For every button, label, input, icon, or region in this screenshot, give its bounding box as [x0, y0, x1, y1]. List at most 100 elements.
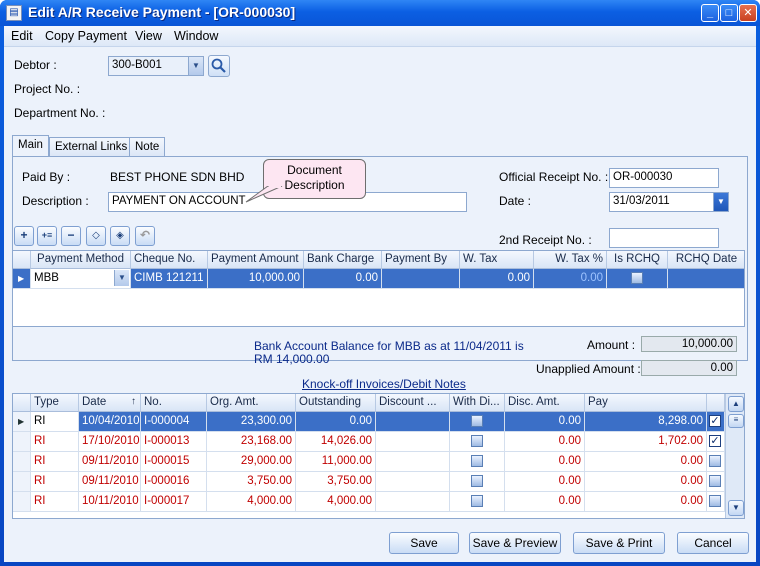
with-discount-cell[interactable]	[450, 432, 505, 452]
save-print-button[interactable]: Save & Print	[573, 532, 665, 554]
col-org-amt[interactable]: Org. Amt.	[207, 394, 296, 412]
col-w-tax-pct[interactable]: W. Tax %	[534, 251, 607, 269]
disc-amt-cell[interactable]: 0.00	[505, 412, 585, 432]
pay-checkbox[interactable]	[709, 475, 721, 487]
col-w-tax[interactable]: W. Tax	[460, 251, 534, 269]
with-discount-cell[interactable]	[450, 472, 505, 492]
date-cell[interactable]: 10/04/2010	[79, 412, 141, 432]
disc-amt-cell[interactable]: 0.00	[505, 432, 585, 452]
col-is-rchq[interactable]: Is RCHQ	[607, 251, 668, 269]
pay-cell[interactable]: 0.00	[585, 472, 707, 492]
org-amt-cell[interactable]: 23,168.00	[207, 432, 296, 452]
discount-cell[interactable]	[376, 452, 450, 472]
cheque-cell[interactable]: CIMB 121211	[131, 269, 208, 289]
discount-cell[interactable]	[376, 432, 450, 452]
menu-view[interactable]: View	[135, 29, 162, 43]
pay-checkbox[interactable]: ✓	[709, 415, 721, 427]
with-discount-cell[interactable]	[450, 412, 505, 432]
pay-check-cell[interactable]: ✓	[707, 412, 725, 432]
outstanding-cell[interactable]: 14,026.00	[296, 432, 376, 452]
col-type[interactable]: Type	[31, 394, 79, 412]
date-cell[interactable]: 09/11/2010	[79, 472, 141, 492]
save-button[interactable]: Save	[389, 532, 459, 554]
with-discount-checkbox[interactable]	[471, 475, 483, 487]
col-payment-method[interactable]: Payment Method	[31, 251, 131, 269]
pay-check-cell[interactable]: ✓	[707, 432, 725, 452]
col-discount[interactable]: Discount ...	[376, 394, 450, 412]
menu-copy-payment[interactable]: Copy Payment	[45, 29, 127, 43]
pay-checkbox[interactable]	[709, 455, 721, 467]
debtor-combo[interactable]: 300-B001 ▼	[108, 56, 204, 76]
tab-main[interactable]: Main	[12, 135, 49, 157]
maximize-button[interactable]: □	[720, 4, 738, 22]
outstanding-cell[interactable]: 0.00	[296, 412, 376, 432]
type-cell[interactable]: RI	[31, 412, 79, 432]
pay-cell[interactable]: 1,702.00	[585, 432, 707, 452]
disc-amt-cell[interactable]: 0.00	[505, 492, 585, 512]
org-amt-cell[interactable]: 23,300.00	[207, 412, 296, 432]
w-tax-pct-cell[interactable]: 0.00	[534, 269, 607, 289]
second-receipt-input[interactable]	[609, 228, 719, 248]
with-discount-checkbox[interactable]	[471, 435, 483, 447]
chevron-down-icon[interactable]: ▼	[114, 270, 129, 286]
menu-window[interactable]: Window	[174, 29, 218, 43]
col-payment-by[interactable]: Payment By	[382, 251, 460, 269]
delete-row-button[interactable]: −	[61, 226, 81, 246]
no-cell[interactable]: I-000013	[141, 432, 207, 452]
col-pay[interactable]: Pay	[585, 394, 707, 412]
org-amt-cell[interactable]: 29,000.00	[207, 452, 296, 472]
tab-external-links[interactable]: External Links	[49, 137, 134, 157]
org-amt-cell[interactable]: 4,000.00	[207, 492, 296, 512]
chevron-down-icon[interactable]: ▼	[713, 193, 728, 211]
discount-cell[interactable]	[376, 472, 450, 492]
date-cell[interactable]: 10/11/2010	[79, 492, 141, 512]
save-preview-button[interactable]: Save & Preview	[469, 532, 561, 554]
pay-cell[interactable]: 0.00	[585, 452, 707, 472]
scroll-thumb[interactable]: ≡	[728, 414, 744, 428]
rchq-date-cell[interactable]	[668, 269, 744, 289]
outstanding-cell[interactable]: 4,000.00	[296, 492, 376, 512]
vertical-scrollbar[interactable]: ▲ ≡ ▼	[725, 394, 744, 518]
type-cell[interactable]: RI	[31, 492, 79, 512]
no-cell[interactable]: I-000016	[141, 472, 207, 492]
col-rchq-date[interactable]: RCHQ Date	[668, 251, 744, 269]
payment-by-cell[interactable]	[382, 269, 460, 289]
tab-note[interactable]: Note	[129, 137, 166, 157]
scroll-up-button[interactable]: ▲	[728, 396, 744, 412]
insert-row-button[interactable]: +≡	[37, 226, 57, 246]
pay-checkbox[interactable]	[709, 495, 721, 507]
pay-check-cell[interactable]	[707, 472, 725, 492]
with-discount-checkbox[interactable]	[471, 495, 483, 507]
menu-edit[interactable]: Edit	[11, 29, 33, 43]
date-picker[interactable]: 31/03/2011 ▼	[609, 192, 729, 212]
with-discount-checkbox[interactable]	[471, 455, 483, 467]
type-cell[interactable]: RI	[31, 472, 79, 492]
move-down-button[interactable]: ◈	[110, 226, 130, 246]
add-row-button[interactable]: +	[14, 226, 34, 246]
w-tax-cell[interactable]: 0.00	[460, 269, 534, 289]
is-rchq-checkbox[interactable]	[631, 272, 643, 284]
close-button[interactable]: ✕	[739, 4, 757, 22]
disc-amt-cell[interactable]: 0.00	[505, 452, 585, 472]
pay-check-cell[interactable]	[707, 492, 725, 512]
knockoff-title[interactable]: Knock-off Invoices/Debit Notes	[302, 377, 466, 391]
no-cell[interactable]: I-000004	[141, 412, 207, 432]
pay-checkbox[interactable]: ✓	[709, 435, 721, 447]
outstanding-cell[interactable]: 11,000.00	[296, 452, 376, 472]
type-cell[interactable]: RI	[31, 452, 79, 472]
col-with-discount[interactable]: With Di...	[450, 394, 505, 412]
pay-cell[interactable]: 8,298.00	[585, 412, 707, 432]
title-bar[interactable]: ▤ Edit A/R Receive Payment - [OR-000030]…	[0, 0, 760, 26]
with-discount-checkbox[interactable]	[471, 415, 483, 427]
search-button[interactable]	[208, 55, 230, 77]
cancel-button[interactable]: Cancel	[677, 532, 749, 554]
is-rchq-cell[interactable]	[607, 269, 668, 289]
amount-cell[interactable]: 10,000.00	[208, 269, 304, 289]
move-up-button[interactable]: ◇	[86, 226, 106, 246]
col-disc-amt[interactable]: Disc. Amt.	[505, 394, 585, 412]
no-cell[interactable]: I-000015	[141, 452, 207, 472]
date-cell[interactable]: 17/10/2010	[79, 432, 141, 452]
undo-button[interactable]: ↶	[135, 226, 155, 246]
col-no[interactable]: No.	[141, 394, 207, 412]
date-cell[interactable]: 09/11/2010	[79, 452, 141, 472]
